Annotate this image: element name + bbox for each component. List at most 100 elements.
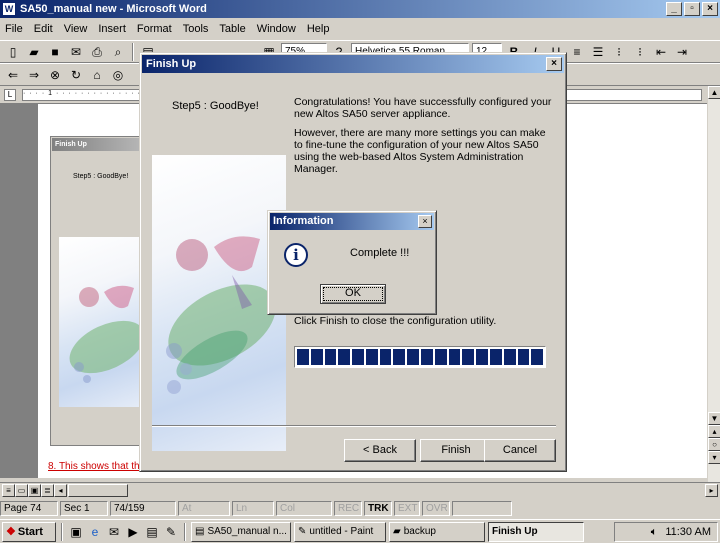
surfer-illustration (166, 236, 276, 394)
numbering-icon[interactable]: ⁝ (610, 43, 628, 61)
step-label: Step5 : GoodBye! (172, 100, 259, 112)
word-app-icon[interactable]: W (2, 2, 16, 16)
information-title[interactable]: Information (270, 213, 434, 230)
task-word[interactable]: ▤ SA50_manual n... (191, 521, 291, 542)
outlook-express-icon[interactable]: ✉ (106, 524, 122, 540)
email-icon[interactable]: ✉ (67, 43, 85, 61)
start-label: Start (17, 525, 43, 538)
information-icon: i (284, 243, 308, 267)
progress-block (352, 349, 364, 365)
progress-block (462, 349, 475, 365)
center-icon[interactable]: ☰ (589, 43, 607, 61)
save-icon[interactable]: ■ (46, 43, 64, 61)
home-icon[interactable]: ⌂ (88, 66, 106, 84)
print-layout-icon[interactable]: ▣ (28, 484, 41, 497)
status-page: Page 74 (0, 500, 58, 516)
tab-selector-icon[interactable]: L (4, 89, 16, 101)
taskbar: ❖ Start ▣ e ✉ ▶ ▤ ✎ ▤ SA50_manual n... ✎… (0, 519, 720, 543)
task-backup-label: backup (403, 526, 436, 537)
menu-bar: File Edit View Insert Format Tools Table… (0, 19, 720, 39)
word-task-icon: ▤ (195, 526, 205, 537)
close-button[interactable]: × (702, 2, 718, 16)
web-layout-icon[interactable]: ▭ (15, 484, 28, 497)
status-ovr[interactable]: OVR (422, 500, 450, 516)
status-trk[interactable]: TRK (364, 500, 392, 516)
clock[interactable]: 11:30 AM (665, 526, 711, 538)
print-icon[interactable]: ⎙ (88, 43, 106, 61)
progress-block (310, 349, 323, 365)
progress-block (324, 349, 337, 365)
however-text: However, there are many more settings yo… (294, 127, 546, 175)
windows-logo-icon: ❖ (6, 526, 16, 538)
folder-task-icon: ▰ (393, 526, 401, 537)
normal-view-icon[interactable]: ≡ (2, 484, 15, 497)
previous-page-icon[interactable]: ▴ (708, 425, 720, 438)
menu-format[interactable]: Format (136, 23, 173, 35)
task-paint[interactable]: ✎ untitled - Paint (294, 521, 386, 542)
internet-explorer-icon[interactable]: e (87, 524, 103, 540)
taskbar-separator (184, 522, 186, 541)
congrats-text: Congratulations! You have successfully c… (294, 96, 552, 120)
start-button[interactable]: ❖ Start (2, 521, 56, 542)
ok-button[interactable]: OK (320, 284, 386, 304)
horizontal-scrollbar[interactable]: ≡ ▭ ▣ ≣ ◂ ▸ (0, 482, 720, 498)
media-player-icon[interactable]: ▶ (125, 524, 141, 540)
click-finish-text: Click Finish to close the configuration … (294, 315, 497, 327)
menu-window[interactable]: Window (256, 23, 297, 35)
menu-file[interactable]: File (4, 23, 24, 35)
horizontal-scroll-thumb[interactable] (68, 484, 128, 497)
word-title-bar[interactable]: W SA50_manual new - Microsoft Word _ ▫ × (0, 0, 720, 18)
minimize-button[interactable]: _ (666, 2, 682, 16)
print-preview-icon[interactable]: ⌕ (109, 43, 127, 61)
vertical-scrollbar[interactable]: ▲ ▴ ○ ▾ ▼ (707, 86, 720, 482)
decrease-indent-icon[interactable]: ⇤ (652, 43, 670, 61)
search-web-icon[interactable]: ◎ (109, 66, 127, 84)
task-backup[interactable]: ▰ backup (389, 521, 485, 542)
scroll-up-icon[interactable]: ▲ (708, 86, 720, 99)
outline-view-icon[interactable]: ≣ (41, 484, 54, 497)
refresh-icon[interactable]: ↻ (67, 66, 85, 84)
finish-up-title[interactable]: Finish Up (142, 55, 564, 73)
volume-icon[interactable]: 🔈︎ (651, 526, 658, 539)
information-close-button[interactable]: × (418, 215, 432, 228)
menu-insert[interactable]: Insert (97, 23, 127, 35)
menu-help[interactable]: Help (306, 23, 331, 35)
explorer-icon[interactable]: ▤ (144, 524, 160, 540)
back-arrow-icon[interactable]: ⇐ (4, 66, 22, 84)
show-desktop-icon[interactable]: ▣ (68, 524, 84, 540)
back-button[interactable]: < Back (344, 439, 416, 462)
cancel-button[interactable]: Cancel (484, 439, 556, 462)
menu-tools[interactable]: Tools (182, 23, 210, 35)
task-word-label: SA50_manual n... (207, 526, 287, 537)
status-page-count: 74/159 (110, 500, 176, 516)
open-folder-icon[interactable]: ▰ (25, 43, 43, 61)
progress-bar (294, 346, 546, 368)
progress-block (297, 349, 309, 365)
quick-launch-app-icon[interactable]: ✎ (163, 524, 179, 540)
progress-block (365, 349, 378, 365)
forward-arrow-icon[interactable]: ⇒ (25, 66, 43, 84)
finish-button[interactable]: Finish (420, 439, 492, 462)
scroll-left-icon[interactable]: ◂ (54, 484, 67, 497)
toolbar-separator (132, 42, 134, 61)
scroll-right-icon[interactable]: ▸ (705, 484, 718, 497)
menu-table[interactable]: Table (218, 23, 246, 35)
next-page-icon[interactable]: ▾ (708, 451, 720, 464)
align-left-icon[interactable]: ≡ (568, 43, 586, 61)
menu-view[interactable]: View (63, 23, 89, 35)
bullets-icon[interactable]: ⁝ (631, 43, 649, 61)
stop-icon[interactable]: ⊗ (46, 66, 64, 84)
embedded-step: Step5 : GoodBye! (73, 173, 129, 180)
status-ext[interactable]: EXT (394, 500, 420, 516)
increase-indent-icon[interactable]: ⇥ (673, 43, 691, 61)
status-rec[interactable]: REC (334, 500, 362, 516)
dialog-divider (152, 425, 556, 427)
task-finish-up[interactable]: Finish Up (488, 521, 584, 542)
scroll-down-icon[interactable]: ▼ (708, 412, 720, 425)
finish-up-close-button[interactable]: × (546, 57, 562, 71)
restore-button[interactable]: ▫ (684, 2, 700, 16)
new-document-icon[interactable]: ▯ (4, 43, 22, 61)
status-at: At (178, 500, 230, 516)
browse-object-icon[interactable]: ○ (708, 438, 720, 451)
menu-edit[interactable]: Edit (33, 23, 54, 35)
